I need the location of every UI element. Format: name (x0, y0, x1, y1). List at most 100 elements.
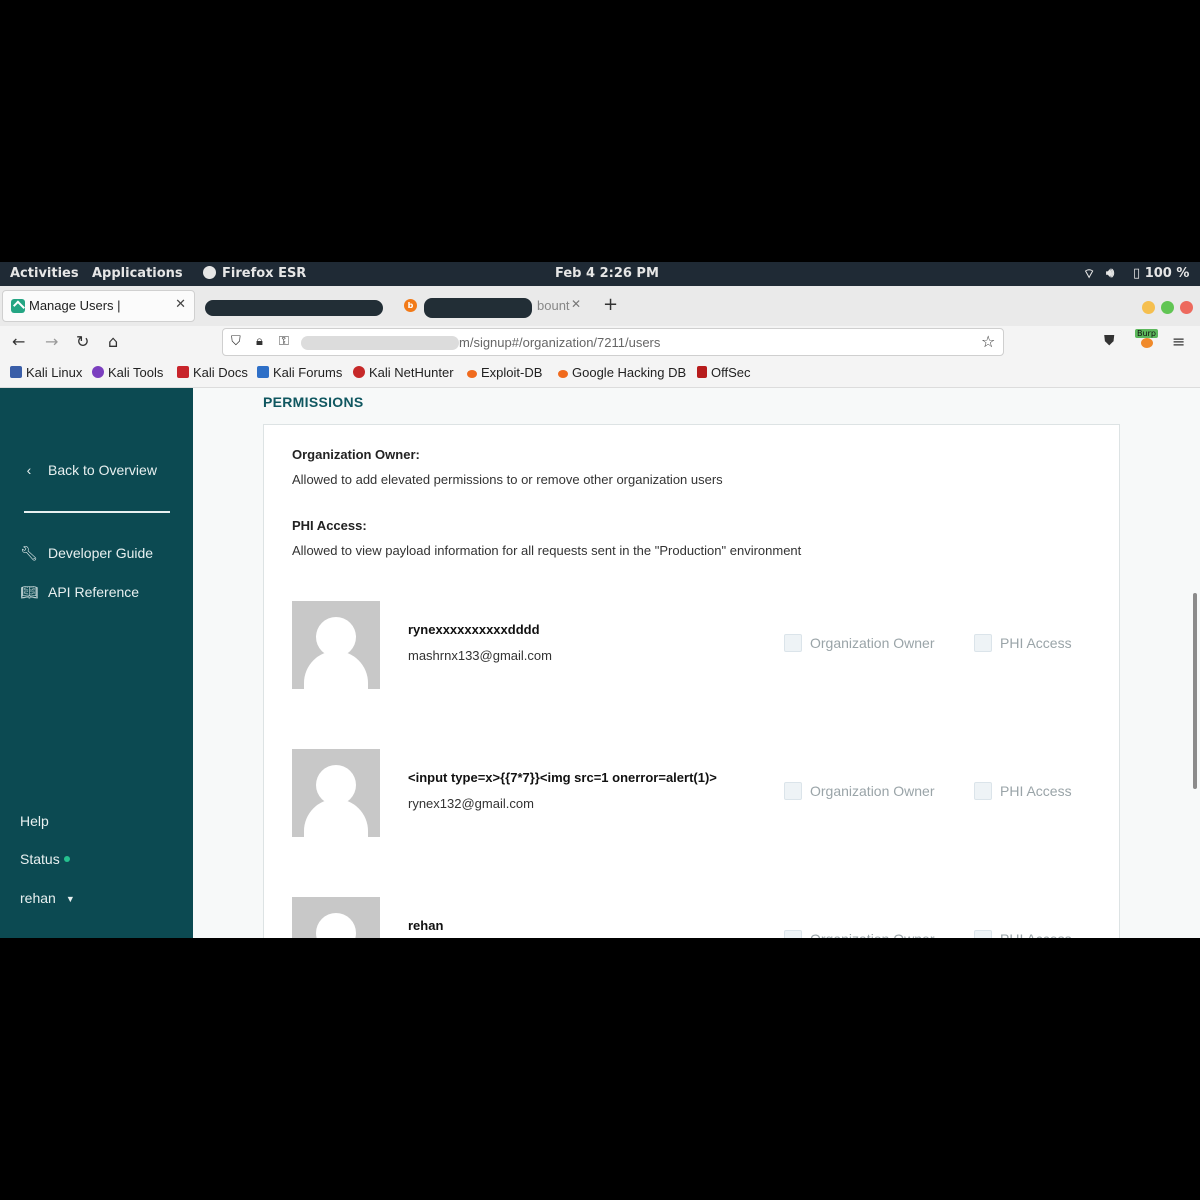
developer-guide-link[interactable]: 🔧︎ Developer Guide (20, 545, 153, 562)
org-owner-checkbox[interactable] (784, 634, 802, 652)
kali-tools-icon (92, 366, 104, 378)
user-row: <input type=x>{{7*7}}<img src=1 onerror=… (292, 749, 1092, 837)
bookmark-label: Kali Tools (108, 365, 164, 380)
user-row: rehan Organization Owner PHI Access (292, 897, 1092, 938)
bookmark-label: Kali Forums (273, 365, 343, 380)
page-scrollbar[interactable] (1193, 593, 1197, 789)
forward-arrow-icon[interactable]: → (45, 332, 58, 351)
bookmark-label: OffSec (711, 365, 751, 380)
bookmark-kali-nethunter[interactable]: Kali NetHunter (353, 365, 454, 380)
bookmark-kali-docs[interactable]: Kali Docs (177, 365, 248, 380)
bookmark-kali-tools[interactable]: Kali Tools (92, 365, 163, 380)
close-window-button[interactable] (1180, 301, 1193, 314)
user-email: rynex132@gmail.com (408, 796, 534, 811)
section-title: PERMISSIONS (263, 394, 364, 410)
back-arrow-icon[interactable]: ← (12, 332, 25, 351)
applications-menu[interactable]: Applications (92, 266, 183, 281)
clock[interactable]: Feb 4 2:26 PM (555, 266, 659, 281)
new-tab-plus-icon[interactable]: + (603, 294, 618, 315)
phi-access-checkbox[interactable] (974, 930, 992, 938)
system-top-bar: Activities Applications Firefox ESR Feb … (0, 262, 1200, 286)
home-icon[interactable]: ⌂ (108, 332, 118, 351)
book-icon: 📖︎ (20, 584, 38, 600)
back-to-overview-label: Back to Overview (48, 462, 157, 478)
inactive-tab-title[interactable]: bount (537, 298, 570, 313)
tab-close-icon[interactable]: ✕ (175, 297, 186, 312)
status-label: Status (20, 851, 60, 867)
org-owner-checkbox[interactable] (784, 930, 802, 938)
user-menu[interactable]: rehan ▼ (20, 890, 75, 906)
tab-manage-users[interactable]: Manage Users | ✕ (2, 290, 195, 322)
phi-access-checkbox[interactable] (974, 634, 992, 652)
nethunter-icon (353, 366, 365, 378)
url-bar[interactable]: ⛉ 🔒︎ ⚿ m/signup#/organization/7211/users… (222, 328, 1004, 356)
battery-indicator[interactable]: ▯ 100 % (1133, 266, 1189, 281)
web-page: ‹ Back to Overview 🔧︎ Developer Guide 📖︎ AP… (0, 388, 1200, 938)
user-name: rynexxxxxxxxxxdddd (408, 622, 540, 637)
api-reference-link[interactable]: 📖︎ API Reference (20, 584, 139, 601)
avatar (292, 897, 380, 938)
key-icon[interactable]: ⚿ (279, 334, 289, 349)
browser-nav-bar: ← → ↻ ⌂ ⛉ 🔒︎ ⚿ m/signup#/organization/72… (0, 326, 1200, 358)
redacted-tab[interactable] (205, 300, 383, 316)
bookmark-google-hacking-db[interactable]: Google Hacking DB (558, 365, 686, 380)
org-owner-label: Organization Owner (810, 931, 935, 938)
help-link[interactable]: Help (20, 813, 49, 829)
wifi-icon[interactable]: ⌔ (1083, 266, 1095, 282)
main-content: PERMISSIONS Organization Owner: Allowed … (193, 388, 1200, 938)
desktop-screen: Activities Applications Firefox ESR Feb … (0, 262, 1200, 938)
chevron-left-icon: ‹ (26, 462, 32, 478)
maximize-button[interactable] (1161, 301, 1174, 314)
phi-access-label: PHI Access (1000, 931, 1072, 938)
user-menu-label: rehan (20, 890, 56, 906)
bookmark-offsec[interactable]: OffSec (697, 365, 751, 380)
user-name: rehan (408, 918, 444, 933)
minimize-button[interactable] (1142, 301, 1155, 314)
developer-guide-label: Developer Guide (48, 545, 154, 561)
bookmark-label: Kali Linux (26, 365, 83, 380)
org-owner-label: Organization Owner (810, 783, 935, 799)
exploit-db-icon (467, 370, 477, 378)
avatar (292, 601, 380, 689)
phi-access-label: PHI Access (1000, 783, 1072, 799)
bookmark-label: Exploit-DB (481, 365, 543, 380)
redacted-tab-title[interactable] (424, 298, 532, 318)
firefox-app-indicator[interactable]: Firefox ESR (203, 266, 306, 281)
kali-dragon-icon (10, 366, 22, 378)
url-text[interactable]: m/signup#/organization/7211/users (459, 335, 660, 350)
offsec-icon (697, 366, 707, 378)
bookmark-kali-linux[interactable]: Kali Linux (10, 365, 82, 380)
hamburger-menu-icon[interactable]: ≡ (1172, 332, 1185, 351)
firefox-icon (203, 266, 216, 279)
bookmarks-toolbar: Kali Linux Kali Tools Kali Docs Kali For… (0, 358, 1200, 388)
bookmark-label: Google Hacking DB (572, 365, 687, 380)
lock-icon[interactable]: 🔒︎ (256, 334, 263, 349)
org-owner-checkbox[interactable] (784, 782, 802, 800)
tab-close-icon[interactable]: ✕ (571, 297, 581, 311)
firefox-app-label: Firefox ESR (222, 266, 307, 281)
perm-phi-desc: Allowed to view payload information for … (292, 543, 802, 558)
wrench-icon: 🔧︎ (20, 545, 38, 561)
bookmark-star-icon[interactable]: ☆ (981, 332, 995, 351)
bookmark-kali-forums[interactable]: Kali Forums (257, 365, 342, 380)
pocket-icon[interactable]: ⛊ (1104, 333, 1115, 349)
reload-icon[interactable]: ↻ (76, 332, 89, 351)
activities-button[interactable]: Activities (10, 266, 79, 281)
battery-icon: ▯ (1133, 266, 1141, 281)
shield-icon[interactable]: ⛉ (231, 334, 241, 349)
kali-forums-icon (257, 366, 269, 378)
perm-owner-title: Organization Owner: (292, 447, 420, 462)
sidebar-divider (24, 511, 170, 513)
org-owner-label: Organization Owner (810, 635, 935, 651)
volume-icon[interactable]: 🔊︎ (1106, 266, 1114, 281)
burp-extension-icon[interactable]: Burp (1135, 329, 1158, 349)
site-favicon-icon (11, 299, 25, 313)
perm-owner-desc: Allowed to add elevated permissions to o… (292, 472, 723, 487)
bookmark-exploit-db[interactable]: Exploit-DB (467, 365, 542, 380)
tab-title: Manage Users | (29, 298, 121, 313)
back-to-overview-link[interactable]: ‹ Back to Overview (20, 462, 157, 478)
phi-access-checkbox[interactable] (974, 782, 992, 800)
avatar (292, 749, 380, 837)
caret-down-icon: ▼ (65, 894, 75, 904)
status-link[interactable]: Status (20, 851, 70, 867)
